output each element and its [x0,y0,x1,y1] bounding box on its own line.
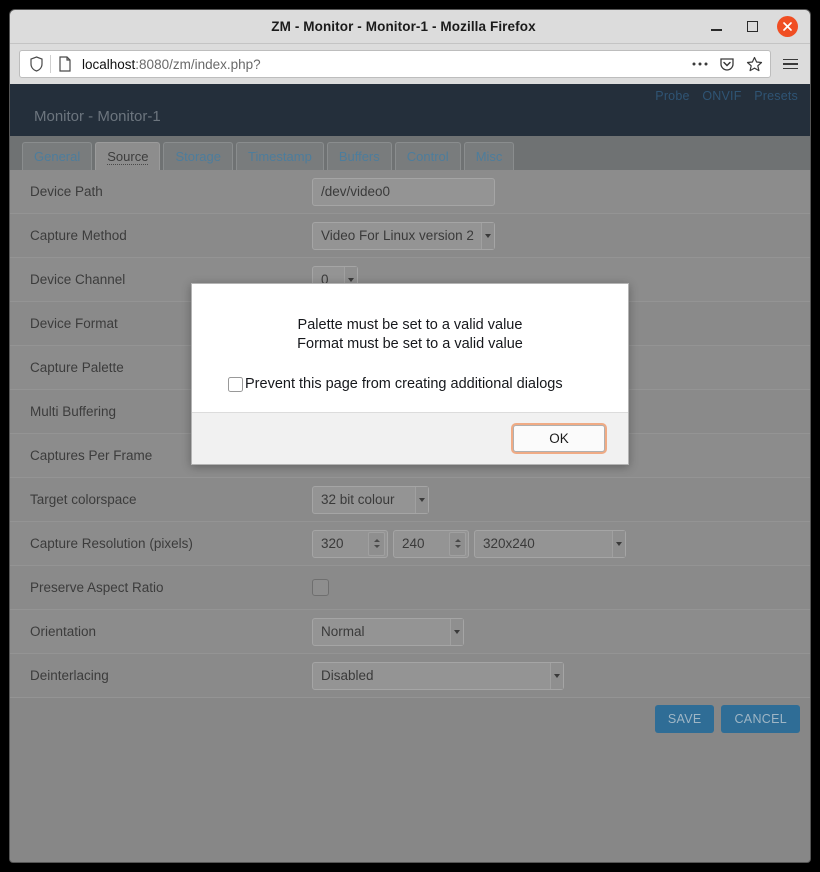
target-colorspace-value: 32 bit colour [321,492,395,507]
tab-label: Control [406,149,449,164]
tab-buffers[interactable]: Buffers [326,142,392,170]
zm-header-links: Probe ONVIF Presets [646,89,798,103]
url-bar-actions [690,54,766,74]
star-icon[interactable] [744,54,764,74]
url-text[interactable]: localhost:8080/zm/index.php? [79,57,686,72]
row-target-colorspace: Target colorspace 32 bit colour [10,478,810,522]
label-target-colorspace: Target colorspace [30,492,137,507]
chevron-down-icon [481,222,494,249]
tab-general[interactable]: General [22,142,93,170]
stepper-arrows-icon[interactable] [449,531,466,556]
tab-source[interactable]: Source [95,142,161,170]
preserve-aspect-ratio-checkbox[interactable] [312,579,329,596]
link-presets[interactable]: Presets [754,89,798,103]
zm-header: Probe ONVIF Presets Monitor - Monitor-1 [10,84,810,136]
dialog-body: Palette must be set to a valid value For… [192,284,628,413]
resolution-preset-value: 320x240 [483,536,535,551]
firefox-window: ZM - Monitor - Monitor-1 - Mozilla Firef… [10,10,810,862]
capture-method-select[interactable]: Video For Linux version 2 [312,221,495,250]
page-content: Probe ONVIF Presets Monitor - Monitor-1 … [10,84,810,862]
title-bar: ZM - Monitor - Monitor-1 - Mozilla Firef… [10,10,810,44]
row-device-path: Device Path /dev/video0 [10,170,810,214]
tab-bar: General Source Storage Timestamp Buffers… [10,136,810,170]
url-host: localhost [82,56,136,72]
tab-misc[interactable]: Misc [463,142,515,170]
row-orientation: Orientation Normal [10,610,810,654]
tab-storage[interactable]: Storage [163,142,233,170]
tab-label: Source [107,148,149,165]
minimize-icon[interactable] [705,16,727,38]
shield-icon[interactable] [26,54,46,74]
capture-height-value: 240 [402,536,425,551]
tab-control[interactable]: Control [394,142,461,170]
chevron-down-icon [415,486,428,513]
tab-timestamp[interactable]: Timestamp [236,142,324,170]
capture-method-value: Video For Linux version 2 [321,228,474,243]
capture-height-stepper[interactable]: 240 [393,529,469,558]
tab-label: General [34,149,81,164]
ellipsis-icon[interactable] [690,54,710,74]
maximize-icon[interactable] [741,16,763,38]
prevent-dialogs-label: Prevent this page from creating addition… [245,376,563,393]
label-device-path: Device Path [30,184,103,199]
prevent-dialogs-row[interactable]: Prevent this page from creating addition… [216,376,604,392]
chevron-down-icon [450,618,463,645]
deinterlacing-select[interactable]: Disabled [312,661,564,690]
page-title: Monitor - Monitor-1 [34,108,161,125]
row-deinterlacing: Deinterlacing Disabled [10,654,810,698]
window-title: ZM - Monitor - Monitor-1 - Mozilla Firef… [271,19,536,34]
deinterlacing-value: Disabled [321,668,374,683]
stepper-arrows-icon[interactable] [368,531,385,556]
dialog-footer: OK [192,412,628,465]
label-deinterlacing: Deinterlacing [30,668,109,683]
capture-width-stepper[interactable]: 320 [312,529,388,558]
url-separator [50,55,51,73]
navigation-bar: localhost:8080/zm/index.php? [10,44,810,84]
row-preserve-aspect-ratio: Preserve Aspect Ratio [10,566,810,610]
save-button[interactable]: SAVE [654,705,715,733]
label-orientation: Orientation [30,624,97,639]
label-preserve-aspect-ratio: Preserve Aspect Ratio [30,580,164,595]
tab-label: Misc [475,149,503,164]
tab-label: Storage [175,149,221,164]
window-controls [705,16,810,38]
hamburger-menu-icon[interactable] [778,52,802,76]
url-bar[interactable]: localhost:8080/zm/index.php? [19,50,771,78]
chevron-down-icon [612,530,625,557]
label-capture-resolution: Capture Resolution (pixels) [30,536,193,551]
ok-button[interactable]: OK [513,425,605,453]
dialog-message-line1: Palette must be set to a valid value [297,317,523,333]
label-capture-method: Capture Method [30,228,127,243]
row-capture-method: Capture Method Video For Linux version 2 [10,214,810,258]
close-icon[interactable] [777,16,798,37]
alert-dialog: Palette must be set to a valid value For… [191,283,629,466]
prevent-dialogs-checkbox[interactable] [228,376,243,392]
tab-label: Buffers [338,149,380,164]
device-path-input[interactable]: /dev/video0 [312,177,495,206]
dialog-message-line2: Format must be set to a valid value [297,336,523,353]
url-path: :8080/zm/index.php? [135,56,261,72]
pocket-icon[interactable] [717,54,737,74]
capture-width-value: 320 [321,536,344,551]
tab-label: Timestamp [248,149,312,164]
cancel-button[interactable]: CANCEL [721,705,800,733]
dialog-message: Palette must be set to a valid value For… [216,316,604,354]
form-actions: SAVE CANCEL [10,698,810,740]
resolution-preset-select[interactable]: 320x240 [474,529,626,558]
target-colorspace-select[interactable]: 32 bit colour [312,485,429,514]
page-icon[interactable] [55,54,75,74]
orientation-select[interactable]: Normal [312,617,464,646]
chevron-down-icon [550,662,563,689]
row-capture-resolution: Capture Resolution (pixels) 320 240 320x… [10,522,810,566]
orientation-value: Normal [321,624,365,639]
link-probe[interactable]: Probe [655,89,689,103]
link-onvif[interactable]: ONVIF [702,89,741,103]
